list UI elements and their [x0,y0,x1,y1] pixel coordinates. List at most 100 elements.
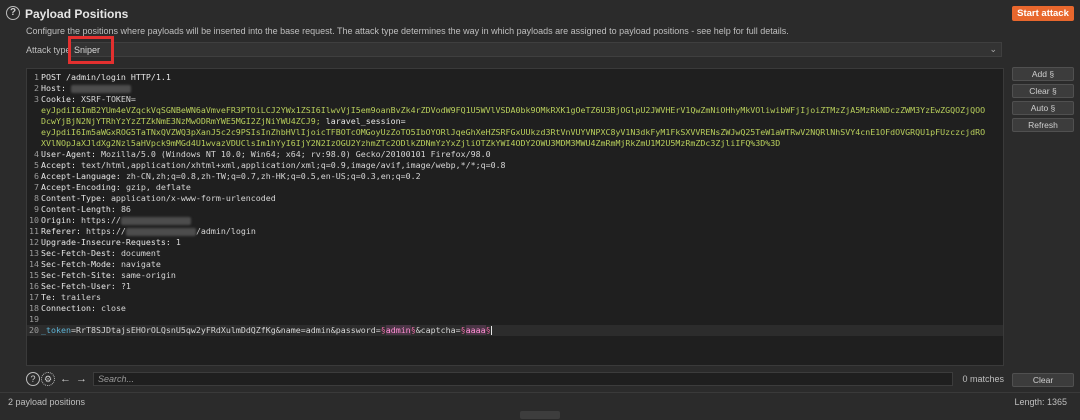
line-content: Sec-Fetch-User: ?1 [41,281,131,292]
line-content: Accept-Encoding: gzip, deflate [41,182,191,193]
match-count: 0 matches [962,374,1004,384]
line-content: POST /admin/login HTTP/1.1 [41,72,171,83]
header-name: Sec-Fetch-User: [41,281,116,291]
header-value: navigate [120,259,161,269]
param-text: &captcha= [415,325,461,335]
payload-marker: § [460,325,466,335]
arrow-right-icon[interactable]: → [76,372,87,386]
header-value: XSRF-TOKEN= [80,94,136,104]
gear-icon[interactable]: ⚙ [41,372,55,386]
header-name: Host: [41,83,66,93]
description-text: Configure the positions where payloads w… [26,26,789,36]
header-name: Content-Type: [41,193,106,203]
search-input[interactable] [93,372,953,386]
header-name: Upgrade-Insecure-Requests: [41,237,171,247]
text-cursor [490,326,492,335]
line-content: Referer: https:// /admin/login [41,226,256,237]
param-key: _token [41,325,71,335]
line-content: eyJpdiI6ImB2YUm4eVZqckVqSGNBeWN6aVmveFR3… [41,105,985,116]
attack-type-value: Sniper [74,45,101,55]
header-value: same-origin [120,270,176,280]
redacted-text [120,216,191,225]
line-number: 13 [29,248,39,258]
header-name: Sec-Fetch-Site: [41,270,116,280]
redacted-text [70,84,131,93]
clear-search-button[interactable]: Clear [1012,373,1074,387]
header-name: Cookie: [41,94,76,104]
line-content: Content-Length: 86 [41,204,131,215]
header-name: Connection: [41,303,96,313]
cookie-value: XVlNOpJaXJldXg2Nzl5aHVpck9mMGd4U1wvazVDU… [41,138,781,148]
resize-handle[interactable] [520,411,560,419]
payload-position: admin [385,325,411,335]
header-value: zh-CN,zh;q=0.8,zh-TW;q=0.7,zh-HK;q=0.5,e… [125,171,421,181]
header-name: Referer: [41,226,81,236]
line-number: 17 [29,292,39,302]
add-marker-button[interactable]: Add § [1012,67,1074,81]
clear-markers-button[interactable]: Clear § [1012,84,1074,98]
editor-line: 8 Content-Type: application/x-www-form-ur… [27,193,1003,204]
param-text: &name=admin&password= [275,325,381,335]
editor-line: 1 POST /admin/login HTTP/1.1 [27,72,1003,83]
refresh-button[interactable]: Refresh [1012,118,1074,132]
payload-positions-count: 2 payload positions [8,397,86,407]
editor-line: 20 _token=RrT8SJDtajsEHOrOLQsnU5qw2yFRdXu… [27,325,1003,336]
page-title: Payload Positions [25,7,129,21]
header-value: trailers [61,292,101,302]
header-name: Te: [41,292,56,302]
line-content: Accept-Language: zh-CN,zh;q=0.8,zh-TW;q=… [41,171,421,182]
line-content: eyJpdiI6Im5aWGxROG5TaTNxQVZWQ3pXanJ5c2c9… [41,127,985,138]
header-value: 86 [120,204,131,214]
line-number: 7 [34,182,39,192]
header-value: /admin/login [195,226,256,236]
header-value: 1 [175,237,181,247]
line-content: Sec-Fetch-Dest: document [41,248,161,259]
line-number: 12 [29,237,39,247]
header-name: Origin: [41,215,76,225]
cookie-value: eyJpdiI6Im5aWGxROG5TaTNxQVZWQ3pXanJ5c2c9… [41,127,986,137]
search-bar: ? ⚙ ← → 0 matches [26,372,1004,386]
request-editor[interactable]: 1 POST /admin/login HTTP/1.1 2 Host: 3 Cooki… [26,68,1004,366]
line-number: 3 [34,94,39,104]
editor-line: 5 Accept: text/html,application/xhtml+xml… [27,160,1003,171]
editor-line: 10 Origin: https:// [27,215,1003,226]
editor-line: XVlNOpJaXJldXg2Nzl5aHVpck9mMGd4U1wvazVDU… [27,138,1003,149]
editor-line: 18 Connection: close [27,303,1003,314]
arrow-left-icon[interactable]: ← [60,372,71,386]
editor-line: 12 Upgrade-Insecure-Requests: 1 [27,237,1003,248]
start-attack-button[interactable]: Start attack [1012,6,1074,21]
line-content: Host: [41,83,131,94]
line-content: _token=RrT8SJDtajsEHOrOLQsnU5qw2yFRdXulm… [41,325,492,336]
line-content: Sec-Fetch-Site: same-origin [41,270,176,281]
header-name: Accept: [41,160,76,170]
header-value: https:// [80,215,121,225]
line-number: 15 [29,270,39,280]
attack-type-select[interactable]: Sniper ⌄ [68,42,1002,57]
editor-line: 7 Accept-Encoding: gzip, deflate [27,182,1003,193]
editor-line: 17 Te: trailers [27,292,1003,303]
payload-position: aaaa [465,325,486,335]
header-value: application/x-www-form-urlencoded [110,193,276,203]
line-number: 9 [34,204,39,214]
help-icon[interactable]: ? [26,372,40,386]
attack-type-label: Attack type: [26,45,74,55]
editor-line: DcwYjBjN2NjYTRhYzYzZTZkNmE3NzMwODRmYWE5M… [27,116,1003,127]
editor-line: 3 Cookie: XSRF-TOKEN= [27,94,1003,105]
header-name: User-Agent: [41,149,96,159]
help-icon[interactable]: ? [6,6,20,20]
request-length: Length: 1365 [1014,397,1067,407]
header-value: ?1 [120,281,131,291]
header-value: close [100,303,126,313]
line-number: 2 [34,83,39,93]
auto-markers-button[interactable]: Auto § [1012,101,1074,115]
line-number: 19 [29,314,39,324]
line-content: Accept: text/html,application/xhtml+xml,… [41,160,506,171]
line-number: 4 [34,149,39,159]
header-name: Sec-Fetch-Dest: [41,248,116,258]
line-content: Te: trailers [41,292,101,303]
line-content: Cookie: XSRF-TOKEN= [41,94,136,105]
param-value: =RrT8SJDtajsEHOrOLQsnU5qw2yFRdXulmDdQZfK… [70,325,276,335]
line-number: 18 [29,303,39,313]
line-number: 6 [34,171,39,181]
line-content: Content-Type: application/x-www-form-url… [41,193,276,204]
